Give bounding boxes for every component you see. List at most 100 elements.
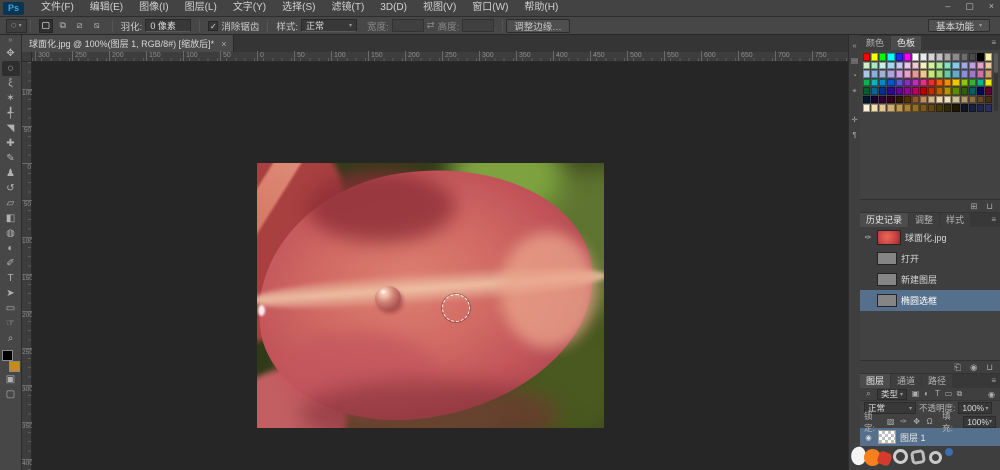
color-swatch[interactable] bbox=[863, 62, 870, 70]
color-swatch[interactable] bbox=[977, 87, 984, 95]
menu-item[interactable]: 选择(S) bbox=[274, 0, 323, 16]
menu-item[interactable]: 图层(L) bbox=[177, 0, 225, 16]
color-swatch[interactable] bbox=[952, 70, 959, 78]
history-brush-source-icon[interactable]: ✑ bbox=[863, 233, 873, 242]
quick-selection-tool[interactable]: ✶ bbox=[2, 91, 20, 106]
color-swatch[interactable] bbox=[871, 70, 878, 78]
document-tab[interactable]: 球面化.jpg @ 100%(图层 1, RGB/8#) [缩放后]* × bbox=[22, 35, 234, 52]
canvas-workspace[interactable] bbox=[32, 62, 848, 470]
foreground-color-swatch[interactable] bbox=[2, 350, 13, 361]
color-swatch[interactable] bbox=[936, 62, 943, 70]
tab-历史记录[interactable]: 历史记录 bbox=[860, 213, 908, 227]
color-swatch[interactable] bbox=[928, 87, 935, 95]
color-swatch[interactable] bbox=[928, 53, 935, 61]
maximize-button[interactable]: ▢ bbox=[965, 1, 974, 12]
shape-tool[interactable]: ▭ bbox=[2, 301, 20, 316]
new-selection-mode[interactable]: ▢ bbox=[39, 19, 53, 33]
color-swatch[interactable] bbox=[912, 87, 919, 95]
color-swatch[interactable] bbox=[904, 70, 911, 78]
color-swatch[interactable] bbox=[969, 87, 976, 95]
color-swatch[interactable] bbox=[920, 70, 927, 78]
color-swatch[interactable] bbox=[871, 87, 878, 95]
color-swatch[interactable] bbox=[920, 53, 927, 61]
swatches-scrollbar[interactable] bbox=[994, 53, 998, 111]
color-swatch[interactable] bbox=[969, 53, 976, 61]
menu-item[interactable]: 编辑(E) bbox=[82, 0, 131, 16]
new-snapshot-icon[interactable]: ◉ bbox=[970, 362, 977, 373]
color-swatch[interactable] bbox=[952, 62, 959, 70]
info-panel-icon[interactable]: ◔ bbox=[849, 68, 861, 83]
color-swatch[interactable] bbox=[887, 79, 894, 87]
history-entry[interactable]: 椭圆选框 bbox=[860, 290, 1000, 311]
filter-smart-objects-icon[interactable]: ⧉ bbox=[954, 389, 965, 399]
history-entry[interactable]: 新建图层 bbox=[860, 269, 1000, 290]
layer-filter-toggle-icon[interactable]: ◉ bbox=[986, 390, 997, 399]
color-swatch[interactable] bbox=[969, 79, 976, 87]
menu-item[interactable]: 3D(D) bbox=[372, 0, 415, 16]
menu-item[interactable]: 窗口(W) bbox=[464, 0, 516, 16]
color-swatch[interactable] bbox=[887, 96, 894, 104]
menu-item[interactable]: 文字(Y) bbox=[225, 0, 274, 16]
path-selection-tool[interactable]: ➤ bbox=[2, 286, 20, 301]
color-swatch[interactable] bbox=[977, 104, 984, 112]
menu-item[interactable]: 图像(I) bbox=[131, 0, 176, 16]
color-swatch[interactable] bbox=[961, 62, 968, 70]
color-swatch[interactable] bbox=[879, 104, 886, 112]
elliptical-marquee-tool[interactable]: ◌ bbox=[2, 61, 20, 76]
expand-panels-icon[interactable]: « bbox=[849, 38, 861, 53]
color-swatch[interactable] bbox=[977, 79, 984, 87]
color-swatch[interactable] bbox=[985, 70, 992, 78]
color-swatch[interactable] bbox=[879, 96, 886, 104]
color-swatch[interactable] bbox=[871, 53, 878, 61]
color-swatch[interactable] bbox=[969, 96, 976, 104]
color-swatch[interactable] bbox=[961, 96, 968, 104]
layer-filter-kind-dropdown[interactable]: 类型 ▾ bbox=[877, 389, 907, 400]
horizontal-ruler[interactable]: 3002502001501005005010015020025030035040… bbox=[22, 52, 848, 62]
color-swatch[interactable] bbox=[863, 96, 870, 104]
eraser-tool[interactable]: ▱ bbox=[2, 196, 20, 211]
delete-swatch-icon[interactable]: ⊔ bbox=[986, 201, 993, 212]
type-tool[interactable]: T bbox=[2, 271, 20, 286]
panel-menu-icon[interactable]: ≡ bbox=[991, 36, 1000, 50]
delete-history-icon[interactable]: ⊔ bbox=[986, 362, 993, 373]
color-swatch[interactable] bbox=[944, 87, 951, 95]
color-swatch[interactable] bbox=[896, 70, 903, 78]
color-swatch[interactable] bbox=[896, 62, 903, 70]
filter-shape-layers-icon[interactable]: ▭ bbox=[943, 389, 954, 399]
color-swatch[interactable] bbox=[871, 79, 878, 87]
color-swatch[interactable] bbox=[863, 79, 870, 87]
collapse-tools-icon[interactable]: » bbox=[9, 35, 13, 46]
refine-edge-button[interactable]: 调整边缘… bbox=[506, 19, 570, 33]
color-swatch[interactable] bbox=[879, 70, 886, 78]
color-swatch[interactable] bbox=[920, 104, 927, 112]
clone-stamp-tool[interactable]: ♟ bbox=[2, 166, 20, 181]
paragraph-panel-icon[interactable]: ¶ bbox=[849, 127, 861, 142]
filter-pixel-layers-icon[interactable]: ▣ bbox=[910, 389, 921, 399]
history-entry[interactable]: ✑球面化.jpg bbox=[860, 227, 1000, 248]
new-swatch-icon[interactable]: ⊞ bbox=[970, 201, 977, 212]
color-swatch[interactable] bbox=[944, 62, 951, 70]
new-doc-from-history-icon[interactable]: ⎗ bbox=[954, 362, 961, 373]
color-swatch[interactable] bbox=[879, 87, 886, 95]
properties-panel-icon[interactable]: ⌖ bbox=[849, 83, 861, 98]
color-swatch[interactable] bbox=[985, 79, 992, 87]
color-swatch[interactable] bbox=[920, 87, 927, 95]
menu-item[interactable]: 滤镜(T) bbox=[324, 0, 373, 16]
history-brush-tool[interactable]: ↺ bbox=[2, 181, 20, 196]
color-swatch[interactable] bbox=[863, 53, 870, 61]
color-swatch[interactable] bbox=[936, 87, 943, 95]
color-swatch[interactable] bbox=[896, 53, 903, 61]
color-swatch[interactable] bbox=[936, 53, 943, 61]
quick-mask-button[interactable]: ▣ bbox=[2, 372, 20, 387]
color-swatch[interactable] bbox=[920, 79, 927, 87]
healing-brush-tool[interactable]: ✚ bbox=[2, 136, 20, 151]
lock-position-icon[interactable]: ✥ bbox=[911, 417, 922, 426]
color-swatch[interactable] bbox=[904, 87, 911, 95]
color-swatch[interactable] bbox=[887, 87, 894, 95]
color-swatch[interactable] bbox=[920, 96, 927, 104]
color-swatch[interactable] bbox=[985, 87, 992, 95]
opacity-dropdown[interactable]: 100% ▾ bbox=[958, 402, 992, 414]
color-swatch[interactable] bbox=[879, 62, 886, 70]
color-swatch[interactable] bbox=[904, 53, 911, 61]
color-swatch[interactable] bbox=[863, 70, 870, 78]
